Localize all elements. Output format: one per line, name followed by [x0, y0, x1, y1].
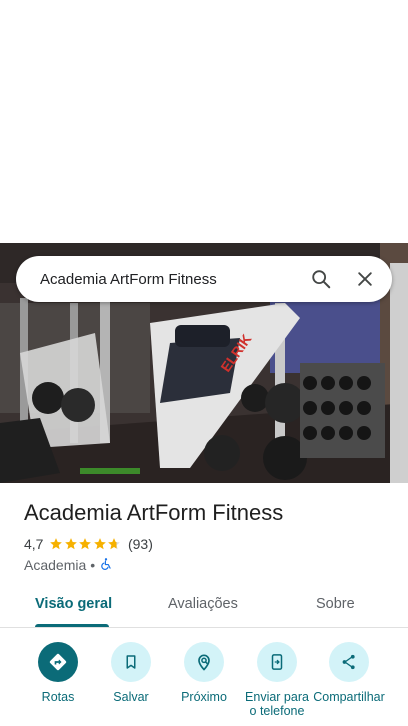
directions-icon: [38, 642, 78, 682]
place-title: Academia ArtForm Fitness: [24, 500, 284, 525]
share-icon: [329, 642, 369, 682]
share-button[interactable]: Compartilhar: [309, 642, 389, 704]
save-button[interactable]: Salvar: [91, 642, 171, 704]
search-input[interactable]: Academia ArtForm Fitness: [16, 271, 304, 288]
share-label: Compartilhar: [313, 690, 385, 704]
tab-about[interactable]: Sobre: [316, 596, 355, 612]
bookmark-icon: [111, 642, 151, 682]
star-icon: [94, 538, 106, 550]
rating-value: 4,7: [24, 536, 44, 552]
directions-button[interactable]: Rotas: [18, 642, 98, 704]
star-icon: [65, 538, 77, 550]
star-rating: [49, 537, 122, 551]
send-to-phone-button[interactable]: Enviar para o telefone: [237, 642, 317, 718]
map-area[interactable]: [0, 0, 408, 243]
tab-reviews[interactable]: Avaliações: [168, 596, 238, 612]
star-icon: [79, 538, 92, 550]
search-icon[interactable]: [304, 262, 338, 296]
close-icon[interactable]: [348, 262, 382, 296]
star-half-icon: [108, 538, 121, 550]
tab-overview[interactable]: Visão geral: [35, 596, 112, 612]
nearby-icon: [184, 642, 224, 682]
wheelchair-icon: [99, 557, 113, 574]
save-label: Salvar: [113, 690, 149, 704]
rating-row[interactable]: 4,7 (93): [24, 536, 153, 552]
place-category: Academia: [24, 557, 87, 573]
category-row: Academia •: [24, 556, 113, 574]
search-bar[interactable]: Academia ArtForm Fitness: [16, 256, 392, 302]
nearby-label: Próximo: [181, 690, 227, 704]
directions-label: Rotas: [41, 690, 75, 704]
star-icon: [50, 538, 63, 550]
review-count[interactable]: (93): [128, 536, 153, 552]
nearby-button[interactable]: Próximo: [164, 642, 244, 704]
separator-dot: •: [90, 557, 96, 573]
action-bar: Rotas Salvar Próximo Enviar para o telef…: [0, 642, 408, 726]
tab-bar: Visão geral Avaliações Sobre: [0, 584, 408, 628]
send-to-phone-label: Enviar para o telefone: [245, 690, 309, 718]
tab-indicator: [35, 624, 109, 627]
send-to-phone-icon: [257, 642, 297, 682]
